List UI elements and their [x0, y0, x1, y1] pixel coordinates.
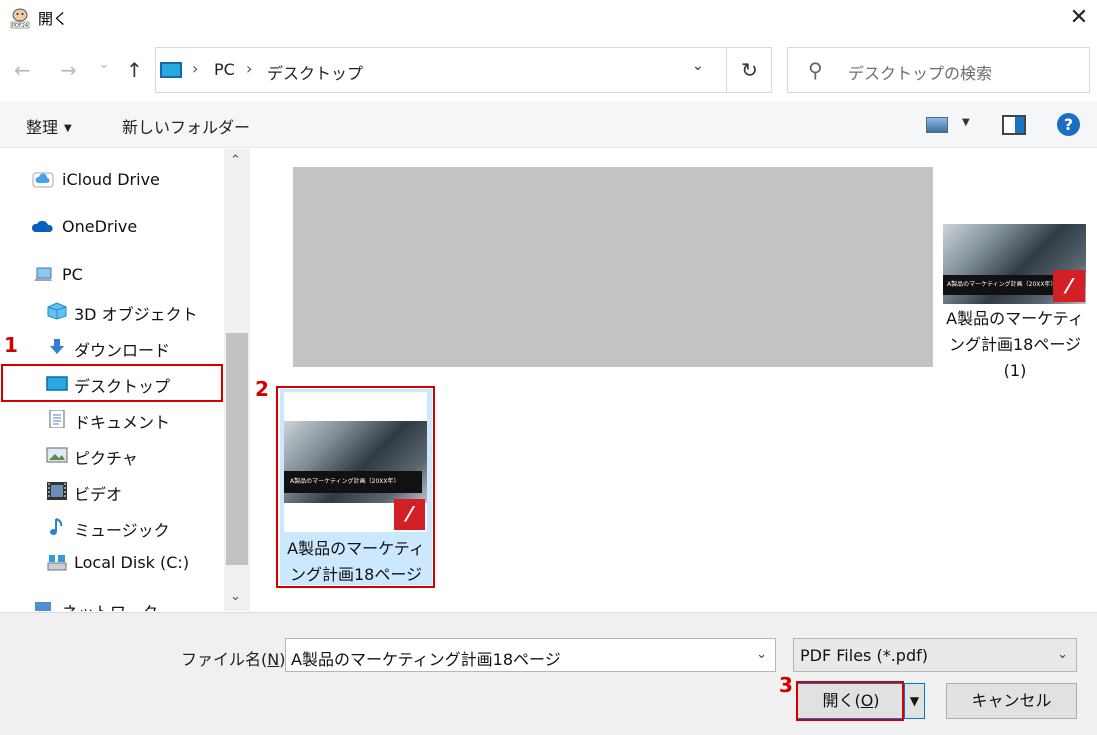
- annotation-highlight-file: [276, 386, 435, 588]
- new-folder-button[interactable]: 新しいフォルダー: [122, 114, 250, 138]
- open-split-dropdown-icon[interactable]: ▼: [905, 683, 925, 719]
- organize-button[interactable]: 整理 ▼: [26, 114, 72, 138]
- documents-icon: [49, 410, 65, 428]
- svg-text:PDF24: PDF24: [12, 23, 28, 29]
- breadcrumb-pc[interactable]: PC: [214, 60, 235, 79]
- local-disk-icon: [47, 555, 67, 571]
- pc-icon: [160, 62, 182, 78]
- search-placeholder: デスクトップの検索: [848, 64, 993, 83]
- forward-button[interactable]: →: [60, 58, 77, 82]
- videos-icon: [47, 482, 67, 500]
- file-type-value: PDF Files (*.pdf): [800, 646, 928, 665]
- command-bar: 整理 ▼ 新しいフォルダー ▼ ?: [0, 101, 1097, 148]
- filename-value: A製品のマーケティング計画18ページ: [291, 650, 561, 669]
- pictures-icon: [46, 447, 68, 463]
- annotation-highlight-desktop: [1, 364, 223, 402]
- network-icon: [35, 602, 51, 611]
- view-mode-caret-icon[interactable]: ▼: [962, 117, 970, 128]
- address-bar[interactable]: › PC › デスクトップ ⌄ ↻: [155, 47, 772, 93]
- breadcrumb-separator: ›: [246, 59, 253, 78]
- sidebar-scroll-thumb[interactable]: [226, 333, 248, 565]
- file-thumbnail[interactable]: A製品のマーケティング計画（20XX年） ⁄: [943, 224, 1086, 304]
- thumbnail-banner: A製品のマーケティング計画（20XX年）: [943, 275, 1056, 295]
- title-bar: PDF24 開く ✕: [0, 0, 1097, 38]
- file-name-label[interactable]: A製品のマーケティ ング計画18ページ (1): [940, 306, 1090, 384]
- search-icon: ⚲: [808, 58, 823, 82]
- scroll-down-icon[interactable]: ⌄: [230, 589, 241, 604]
- breadcrumb-desktop[interactable]: デスクトップ: [267, 60, 363, 84]
- annotation-step-2: 2: [255, 377, 269, 401]
- pc-icon: [34, 267, 52, 281]
- file-type-dropdown-icon[interactable]: ⌄: [1057, 647, 1068, 662]
- onedrive-icon: [32, 220, 53, 232]
- view-mode-icon[interactable]: [926, 117, 948, 133]
- preview-pane-icon[interactable]: [1002, 115, 1026, 135]
- search-box[interactable]: ⚲ デスクトップの検索: [787, 47, 1090, 93]
- app-icon: PDF24: [10, 8, 30, 29]
- breadcrumb-separator: ›: [192, 59, 199, 78]
- close-button[interactable]: ✕: [1066, 6, 1092, 32]
- window-title: 開く: [38, 10, 69, 28]
- footer-panel: [0, 612, 1097, 735]
- up-button[interactable]: ↑: [126, 58, 143, 82]
- filename-input[interactable]: A製品のマーケティング計画18ページ ⌄: [285, 638, 776, 672]
- cancel-button[interactable]: キャンセル: [946, 683, 1077, 719]
- file-type-select[interactable]: PDF Files (*.pdf) ⌄: [793, 638, 1077, 672]
- annotation-highlight-open: [796, 681, 904, 721]
- pdf-icon: ⁄: [1053, 270, 1085, 302]
- filename-label: ファイル名(N):: [181, 650, 291, 669]
- download-icon: [50, 339, 64, 354]
- music-icon: [50, 518, 63, 535]
- address-dropdown-icon[interactable]: ⌄: [692, 58, 704, 74]
- placeholder-area: [293, 167, 933, 367]
- recent-locations-button[interactable]: ⌄: [98, 56, 110, 72]
- scroll-up-icon[interactable]: ⌃: [230, 153, 241, 168]
- back-button[interactable]: ←: [14, 58, 31, 82]
- annotation-step-3: 3: [779, 673, 793, 697]
- annotation-step-1: 1: [4, 333, 18, 357]
- help-icon[interactable]: ?: [1057, 113, 1080, 136]
- refresh-button[interactable]: ↻: [726, 48, 772, 92]
- icloud-icon: [32, 172, 54, 188]
- 3d-objects-icon: [47, 302, 67, 320]
- filename-dropdown-icon[interactable]: ⌄: [756, 647, 767, 662]
